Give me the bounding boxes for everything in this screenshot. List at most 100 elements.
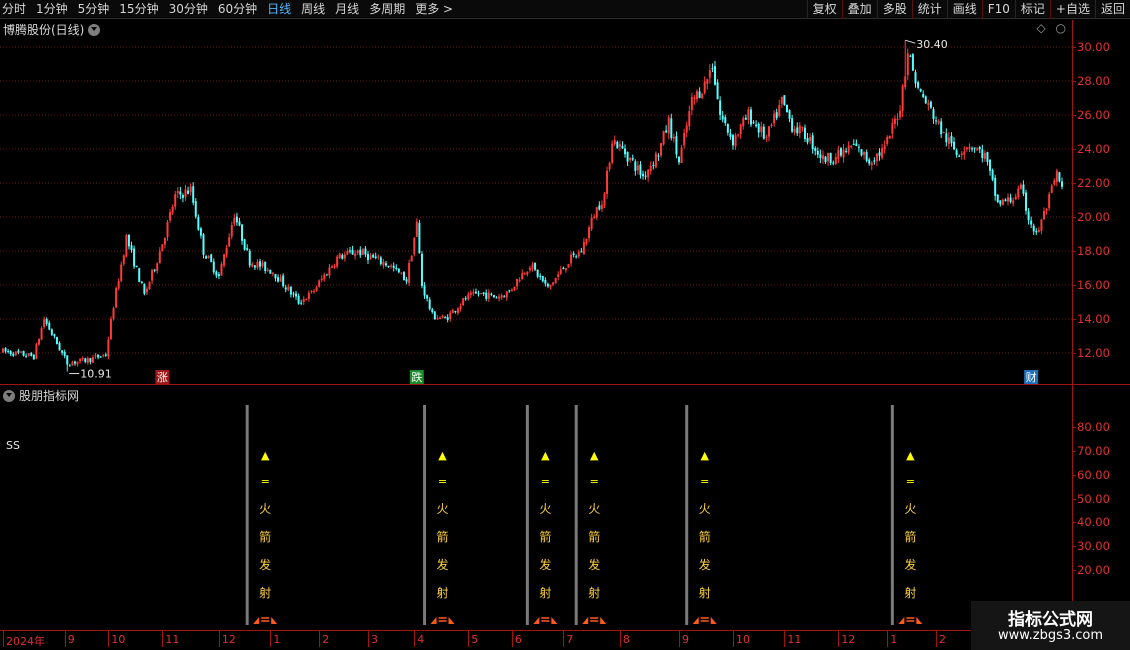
candle [189, 183, 192, 196]
candle-body [207, 255, 210, 259]
period-tab[interactable]: 月线 [335, 0, 359, 19]
candle-body [331, 266, 334, 268]
diamond-icon[interactable]: ◇ [1036, 21, 1045, 35]
candle [392, 262, 395, 272]
toolbar-action-button[interactable]: 画线 [946, 0, 982, 19]
candle [289, 286, 292, 298]
period-tab[interactable]: 5分钟 [78, 0, 110, 19]
candle [1027, 208, 1030, 225]
signal-flag-left [253, 617, 260, 624]
toolbar-action-button[interactable]: 统计 [911, 0, 947, 19]
period-tab[interactable]: 1分钟 [36, 0, 68, 19]
period-tab[interactable]: 分时 [2, 0, 26, 19]
candle-body [798, 125, 801, 134]
candle [857, 144, 860, 153]
candle-body [618, 144, 621, 147]
candle-body [780, 96, 783, 104]
toolbar-action-button[interactable]: 多股 [876, 0, 912, 19]
period-tab[interactable]: 30分钟 [169, 0, 208, 19]
event-marker[interactable]: 跌 [409, 370, 424, 384]
candle [179, 186, 182, 200]
toolbar-action-button[interactable]: F10 [981, 0, 1015, 19]
candle-body [266, 269, 269, 271]
candle-body [865, 152, 868, 161]
candle-body [672, 136, 675, 139]
candle-body [701, 93, 704, 99]
candle-body [156, 263, 159, 272]
candle [125, 233, 128, 258]
price-chart-panel[interactable]: 博腾股份(日线) ◇ ○ 30.40 10.91 涨 跌 财 [0, 20, 1072, 384]
event-marker-text: 财 [1026, 370, 1037, 384]
candle-body [166, 221, 169, 238]
candle [1017, 185, 1020, 200]
candle-body [53, 334, 56, 337]
candle-body [259, 261, 262, 267]
candle [947, 132, 950, 150]
period-tab[interactable]: 15分钟 [119, 0, 158, 19]
candle [539, 273, 542, 280]
candle-body [400, 272, 403, 274]
signal-char: 射 [539, 585, 551, 600]
candle [490, 292, 493, 297]
rocket-signal: ▲ = 火箭发射 [685, 405, 717, 625]
candle-body [577, 252, 580, 257]
candle [762, 123, 765, 140]
signal-flag-mid [438, 617, 447, 622]
main-chart-title[interactable]: 博腾股份(日线) [3, 21, 101, 38]
signal-char: 射 [437, 585, 449, 600]
candle [356, 249, 359, 256]
candle [737, 133, 740, 138]
candle [708, 64, 711, 84]
toolbar-action-button[interactable]: 标记 [1014, 0, 1050, 19]
candle-body [1043, 210, 1046, 219]
period-tab[interactable]: 周线 [301, 0, 325, 19]
candle-body [384, 263, 387, 266]
candle [603, 191, 606, 209]
close-icon[interactable]: ○ [1056, 21, 1066, 35]
toolbar-action-button[interactable]: 返回 [1094, 0, 1130, 19]
date-tick: 9 [679, 630, 689, 647]
candle-body [181, 195, 184, 198]
signal-char: 火 [437, 502, 449, 516]
candle [248, 248, 251, 268]
event-marker[interactable]: 涨 [155, 370, 170, 384]
candle-body [151, 269, 154, 281]
period-tab[interactable]: 多周期 [369, 0, 405, 19]
toolbar-action-button[interactable]: +自选 [1049, 0, 1095, 19]
candle-body [243, 239, 246, 250]
candle-body [9, 351, 12, 355]
candle [292, 291, 295, 298]
chevron-down-icon[interactable] [88, 23, 101, 36]
toolbar-action-button[interactable]: 叠加 [841, 0, 877, 19]
candle-body [397, 268, 400, 273]
toolbar-action-button[interactable]: 复权 [806, 0, 842, 19]
candle [441, 314, 444, 319]
candle-body [395, 267, 398, 269]
candle-body [176, 191, 179, 194]
period-tab[interactable]: 60分钟 [218, 0, 257, 19]
candle-body [657, 155, 660, 157]
candle [336, 254, 339, 269]
candle-body [713, 66, 716, 85]
candle-body [454, 311, 457, 313]
event-marker[interactable]: 财 [1024, 370, 1039, 384]
indicator-panel[interactable]: 股朋指标网 SS ▲ = 火箭发射 ▲ = 火箭发射 ▲ = 火箭发射 ▲ = 火箭发射 ▲ = 火箭发射 ▲… [0, 385, 1072, 630]
candle-body [901, 85, 904, 111]
candle-body [495, 297, 498, 299]
candle [35, 342, 38, 360]
date-tick: 12 [218, 630, 236, 647]
candle [140, 281, 143, 284]
candle [770, 123, 773, 128]
candle-body [505, 291, 508, 298]
candle [765, 134, 768, 142]
candle [148, 281, 151, 290]
candle [636, 160, 639, 175]
signal-bar [245, 405, 249, 625]
candle [716, 79, 719, 100]
candle-body [929, 101, 932, 108]
period-tab[interactable]: 日线 [267, 0, 291, 19]
candle-body [25, 355, 28, 357]
candle [158, 247, 161, 264]
period-tab[interactable]: 更多 > [415, 0, 453, 19]
signal-char: 火 [699, 502, 711, 516]
